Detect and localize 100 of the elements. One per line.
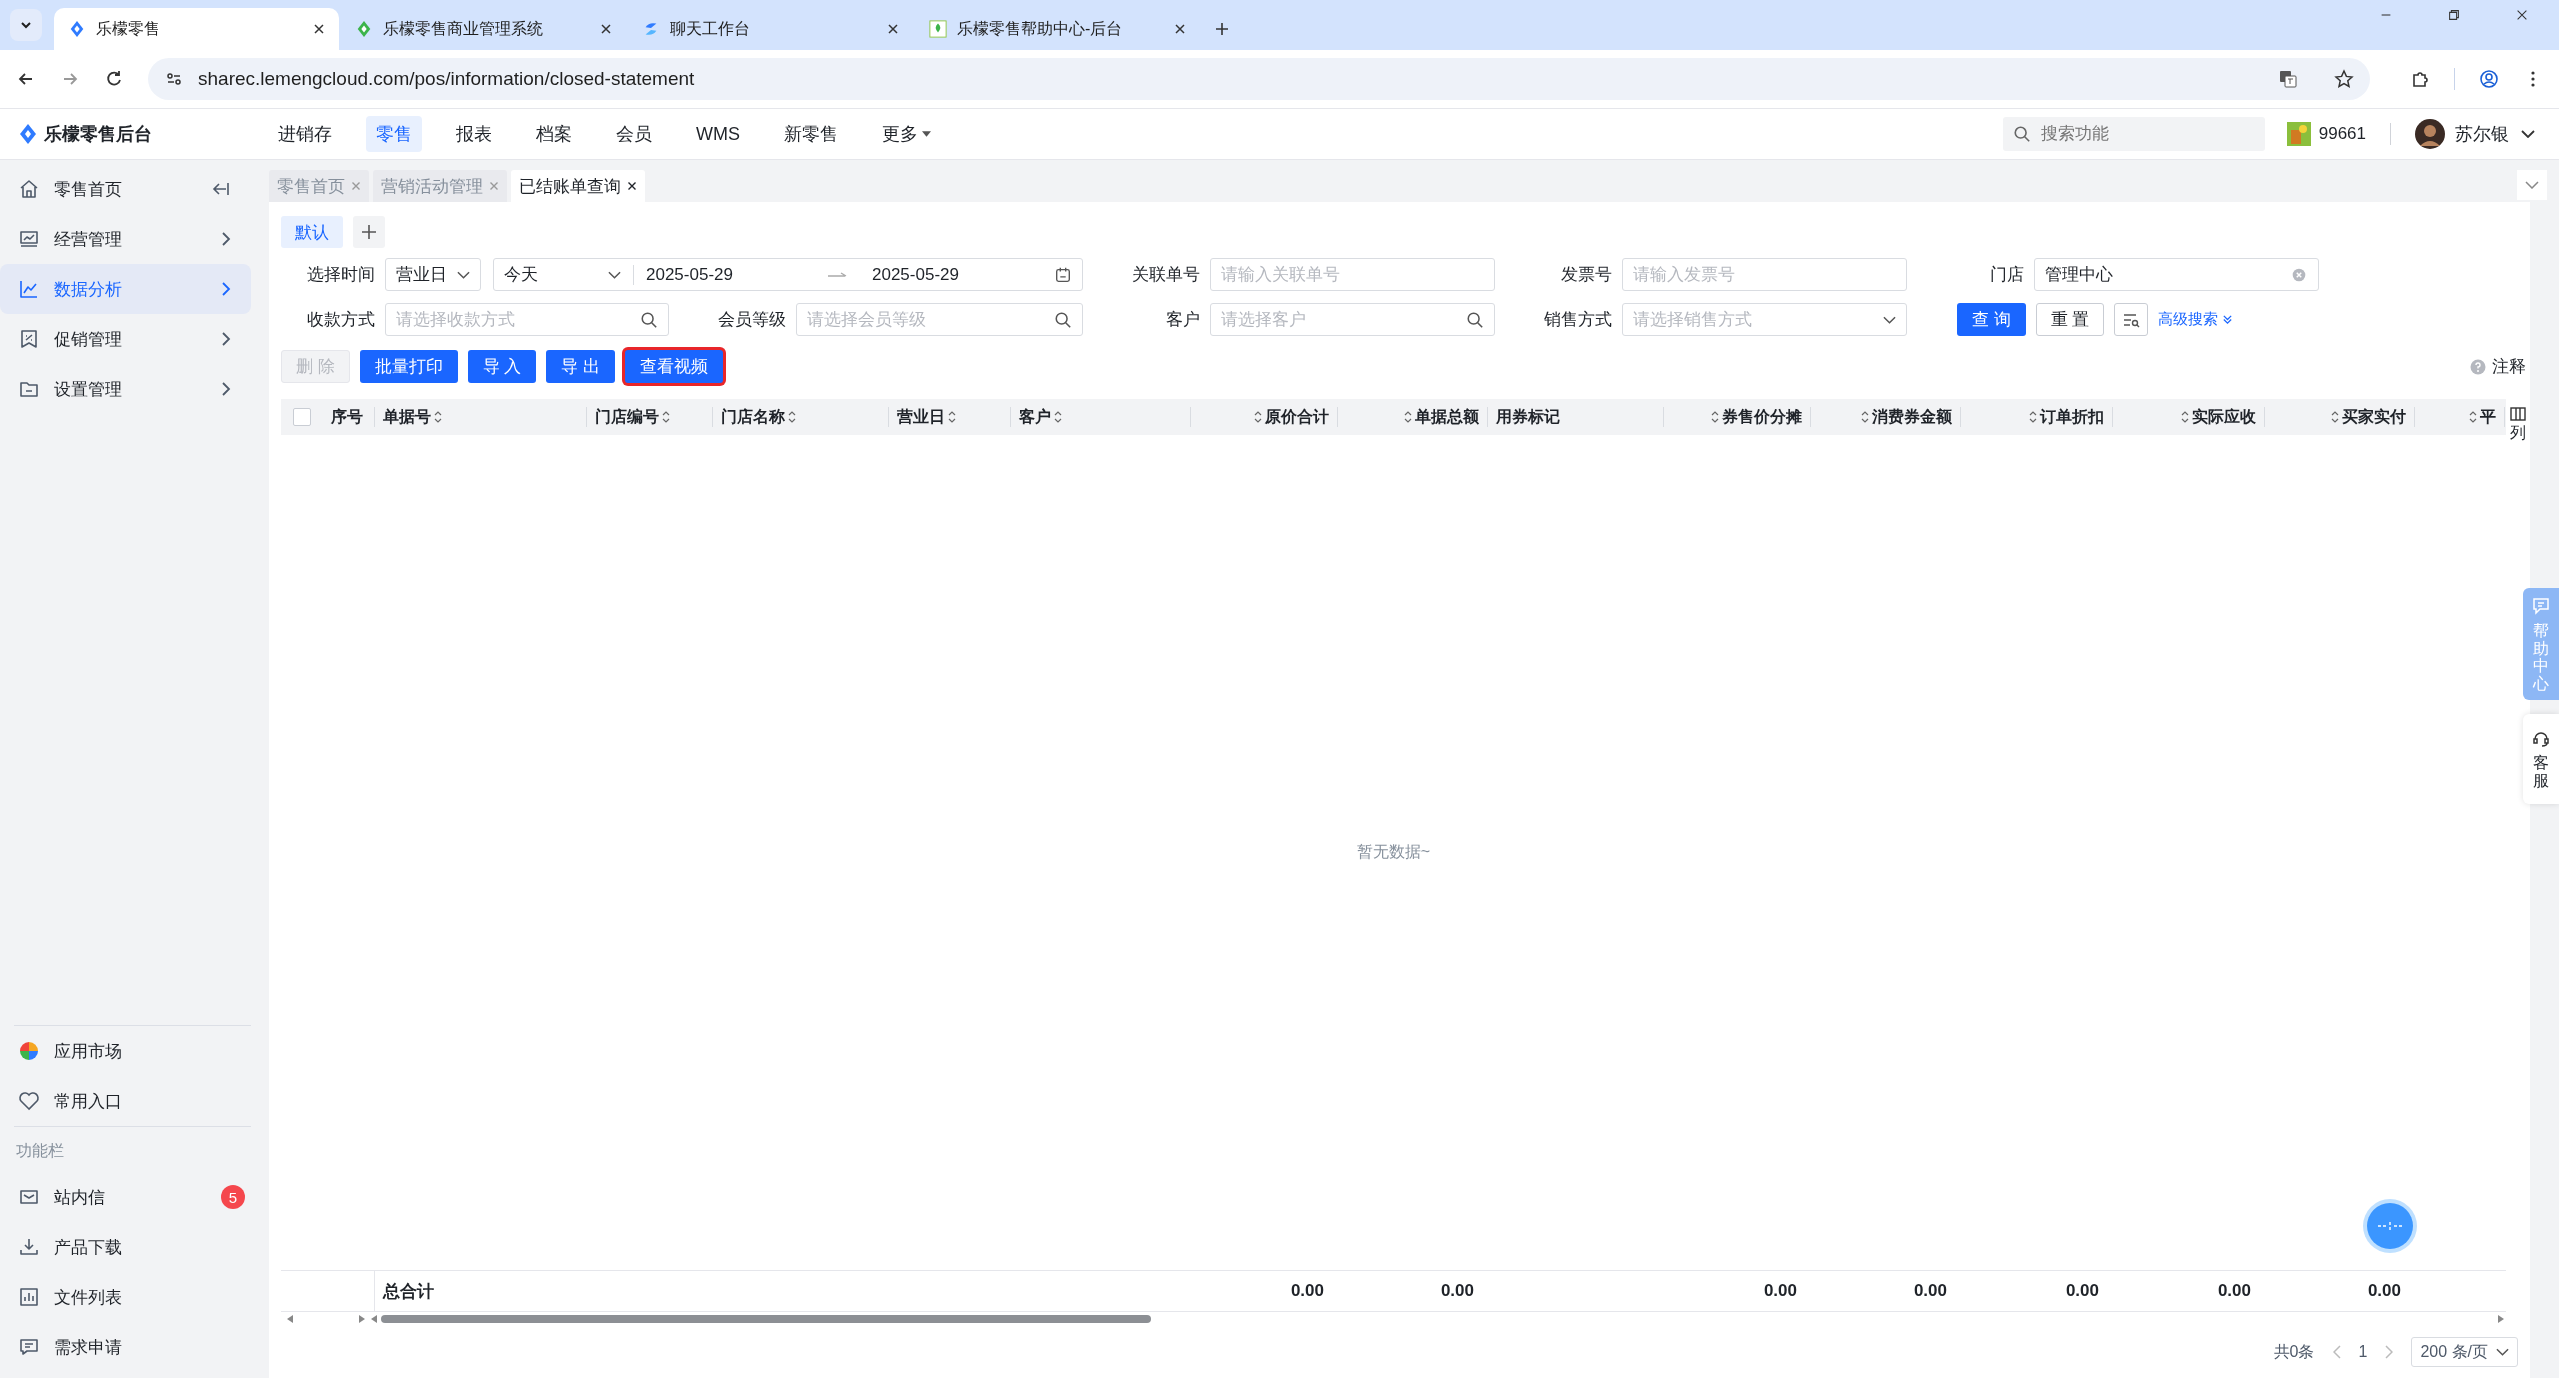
extensions-icon[interactable] [2410,69,2430,89]
chevron-down-icon[interactable] [2496,1348,2509,1356]
column-header[interactable]: 客户 [1011,399,1191,435]
browser-tab[interactable]: 乐檬零售帮助中心-后台 [915,8,1200,50]
sidebar-item[interactable]: 设置管理 [0,364,251,414]
search-box[interactable]: 搜索功能 [2002,117,2265,151]
sort-icon[interactable] [1861,410,1869,424]
column-header[interactable]: 消费券金额 [1811,399,1961,435]
add-scheme-button[interactable] [353,216,385,248]
column-header[interactable]: 门店名称 [713,399,889,435]
sort-icon[interactable] [1404,410,1412,424]
filter-scheme-tab[interactable]: 默认 [281,216,343,248]
action-button[interactable]: 导 出 [546,350,616,383]
input-field[interactable]: 请选择会员等级 [807,304,1046,335]
column-header[interactable]: 订单折扣 [1961,399,2113,435]
double-chevron-down-icon[interactable] [2222,314,2234,325]
chevron-down-icon[interactable] [1883,315,1896,324]
scroll-right-icon[interactable] [2498,1315,2504,1323]
select-all-checkbox[interactable] [293,408,311,426]
nav-item[interactable]: 零售 [366,116,422,152]
sort-icon[interactable] [2181,410,2189,424]
close-icon[interactable] [627,181,637,191]
sidebar-item[interactable]: 站内信 5 [0,1172,265,1222]
user-name[interactable]: 苏尔银 [2455,122,2509,146]
sort-icon[interactable] [948,410,956,424]
search-icon[interactable] [1466,310,1484,329]
sort-icon[interactable] [788,410,796,424]
restore-icon[interactable] [2447,8,2461,22]
input-field[interactable]: 请选择收款方式 [396,304,632,335]
chevron-down-icon[interactable] [2521,130,2535,138]
action-button[interactable]: 导 入 [467,350,537,383]
nav-item[interactable]: 新零售 [774,116,848,152]
filter-field[interactable]: 请选择会员等级 [796,303,1083,336]
column-header[interactable]: 买家实付 [2265,399,2415,435]
sidebar-item[interactable]: 数据分析 [0,264,251,314]
page-number[interactable]: 1 [2358,1343,2368,1361]
input-field[interactable]: 请选择客户 [1221,304,1458,335]
dropdown-field[interactable]: 请选择销售方式 [1633,304,1875,335]
sidebar-item[interactable]: 文件列表 [0,1272,265,1322]
filter-field[interactable]: 请选择收款方式 [385,303,669,336]
nav-item[interactable]: 进销存 [268,116,342,152]
column-header[interactable]: 门店编号 [587,399,713,435]
sort-icon[interactable] [2331,410,2339,424]
nav-item[interactable]: WMS [686,117,750,151]
floating-assistant-button[interactable] [2362,1198,2418,1254]
search-field[interactable]: 搜索功能 [2038,116,2243,152]
browser-tab[interactable]: 乐檬零售商业管理系统 [341,8,626,50]
plus-icon[interactable] [361,224,377,240]
input-field[interactable]: 管理中心 [2045,259,2282,290]
column-header[interactable]: 原价合计 [1191,399,1338,435]
search-icon[interactable] [1054,310,1072,329]
star-icon[interactable] [2334,69,2354,89]
caret-icon[interactable] [922,131,931,137]
profile-icon[interactable] [2479,69,2499,89]
sort-icon[interactable] [2469,410,2477,424]
address-bar[interactable]: sharec.lemengcloud.com/pos/information/closed-statement [148,58,2370,100]
column-header[interactable]: 单据总额 [1338,399,1488,435]
sidebar-item[interactable]: 常用入口 [0,1076,265,1126]
query-button[interactable]: 查 询 [1957,303,2026,336]
sort-icon[interactable] [2029,410,2037,424]
sort-icon[interactable] [1054,410,1062,424]
nav-item[interactable]: 会员 [606,116,662,152]
column-header[interactable]: 用券标记 [1488,399,1664,435]
browser-tab[interactable]: 乐檬零售 [54,8,339,50]
columns-icon[interactable] [2510,407,2526,421]
nav-item[interactable]: 档案 [526,116,582,152]
nav-item[interactable]: 更多 [872,116,941,152]
sort-icon[interactable] [1711,410,1719,424]
scroll-left-icon[interactable] [287,1315,293,1323]
column-settings-button[interactable]: 列 [2506,399,2530,444]
chevron-down-icon[interactable] [608,270,621,279]
time-basis-select[interactable]: 营业日 [385,258,481,291]
translate-icon[interactable] [2278,69,2298,89]
close-icon[interactable] [2515,8,2529,22]
action-button[interactable]: 批量打印 [359,350,458,383]
page-tab[interactable]: 已结账单查询 [511,170,645,202]
start-date[interactable]: 2025-05-29 [646,264,820,285]
page-size-select[interactable]: 200 条/页 [2411,1337,2518,1367]
tab-list-button[interactable] [10,9,42,41]
notes-link[interactable]: 注释 [2492,355,2526,378]
chevron-down-icon[interactable] [457,270,470,279]
sort-icon[interactable] [434,410,442,424]
column-header[interactable]: 营业日 [889,399,1011,435]
customer-service-tab[interactable]: 客服 [2523,714,2559,804]
sidebar-item[interactable]: 应用市场 [0,1026,265,1076]
sidebar-item[interactable]: 需求申请 [0,1322,265,1372]
scrollbar-thumb[interactable] [381,1315,1151,1323]
new-tab-icon[interactable] [1214,21,1230,37]
filter-list-button[interactable] [2114,303,2149,336]
column-header[interactable]: 单据号 [375,399,587,435]
action-button[interactable]: 查看视频 [625,350,724,383]
sidebar-item[interactable]: 经营管理 [0,214,251,264]
sort-icon[interactable] [662,410,670,424]
sidebar-item[interactable]: 零售首页 [0,164,251,214]
browser-tab[interactable]: 聊天工作台 [628,8,913,50]
range-preset[interactable]: 今天 [504,263,600,286]
column-header[interactable]: 券售价分摊 [1664,399,1811,435]
column-header[interactable]: 序号 [323,399,375,435]
reset-button[interactable]: 重 置 [2035,303,2105,336]
scroll-right-icon[interactable] [359,1315,365,1323]
